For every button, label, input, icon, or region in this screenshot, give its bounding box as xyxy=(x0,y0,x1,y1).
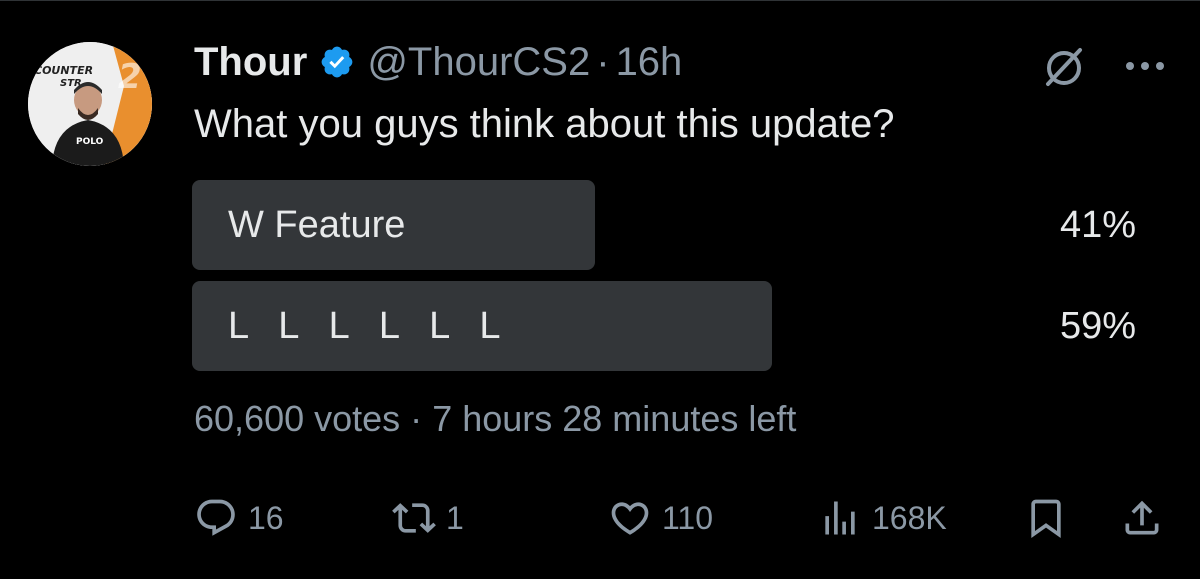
tweet-header: Thour @ThourCS2 · 16h xyxy=(194,36,682,88)
verified-badge-icon[interactable] xyxy=(319,44,355,80)
poll-option-2[interactable]: L L L L L L 59% xyxy=(192,281,1146,371)
share-button[interactable] xyxy=(1120,494,1164,542)
poll-meta: 60,600 votes · 7 hours 28 minutes left xyxy=(194,398,796,440)
bookmark-icon xyxy=(1031,499,1061,539)
poll-time-left: 7 hours 28 minutes left xyxy=(432,398,797,439)
tweet-text: What you guys think about this update? xyxy=(194,102,895,146)
views-count: 168K xyxy=(872,499,947,536)
author-handle[interactable]: @ThourCS2 xyxy=(367,40,590,85)
repost-icon xyxy=(392,503,436,533)
bookmark-button[interactable] xyxy=(1024,494,1068,542)
heart-icon xyxy=(611,502,649,535)
top-divider xyxy=(0,0,1200,1)
poll-option-1[interactable]: W Feature 41% xyxy=(192,180,1146,270)
reply-icon xyxy=(197,499,235,536)
poll-vote-count: 60,600 votes xyxy=(194,398,401,439)
author-name[interactable]: Thour xyxy=(194,40,307,85)
header-separator: · xyxy=(596,39,610,84)
like-count: 110 xyxy=(662,499,714,536)
reply-button[interactable]: 16 xyxy=(194,494,284,542)
share-icon xyxy=(1125,500,1159,535)
poll-option-1-label: W Feature xyxy=(228,203,406,246)
views-icon xyxy=(825,501,855,535)
poll-option-2-label: L L L L L L xyxy=(228,304,511,347)
repost-button[interactable]: 1 xyxy=(392,494,464,542)
reply-count: 16 xyxy=(248,499,284,536)
grok-icon[interactable] xyxy=(1040,42,1088,90)
avatar[interactable]: COUNTER STR 2 POLO xyxy=(28,42,152,166)
views-button[interactable]: 168K xyxy=(818,494,947,542)
poll-option-2-percent: 59% xyxy=(1059,304,1136,347)
more-icon[interactable] xyxy=(1120,46,1170,86)
avatar-brand-text: COUNTER xyxy=(34,64,93,77)
poll-option-1-percent: 41% xyxy=(1059,203,1136,246)
like-button[interactable]: 110 xyxy=(608,494,713,542)
svg-text:2: 2 xyxy=(118,57,142,97)
repost-count: 1 xyxy=(446,499,464,536)
tweet-timestamp[interactable]: 16h xyxy=(616,40,683,85)
poll-meta-separator: · xyxy=(410,398,423,439)
avatar-shirt-text: POLO xyxy=(76,137,104,147)
